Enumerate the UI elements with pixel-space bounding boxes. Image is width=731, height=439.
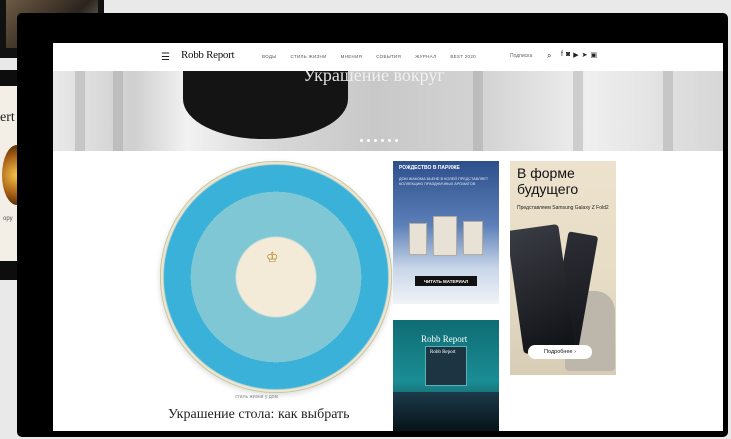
carousel-dot[interactable] (374, 139, 377, 142)
magazine-scene (393, 392, 499, 431)
facebook-icon[interactable]: f (561, 51, 563, 59)
carousel-dot[interactable] (388, 139, 391, 142)
article-headline[interactable]: Украшение стола: как выбрать (168, 405, 408, 424)
hero-curtain (473, 71, 483, 151)
magazine-logo: Robb Report (421, 334, 468, 344)
read-more-button[interactable]: ЧИТАТЬ МАТЕРИАЛ (415, 276, 477, 286)
search-icon[interactable]: ⌕ (547, 51, 551, 61)
background-panel-small-text: ору (3, 216, 13, 222)
magazine-cover-logo: Robb Report (430, 350, 456, 355)
site-logo[interactable]: Robb Report (181, 49, 235, 61)
carousel-dot[interactable] (381, 139, 384, 142)
plate-image (160, 161, 392, 393)
ad-subtitle: Представляем Samsung Galaxy Z Fold2 (517, 205, 609, 211)
carousel-dot[interactable] (360, 139, 363, 142)
nav-item-lifestyle[interactable]: СТИЛЬ ЖИЗНИ (291, 54, 327, 59)
hero-curtain (663, 71, 673, 151)
hero-curtain (573, 71, 583, 151)
hero-title: Украшение вокруг (303, 71, 445, 85)
menu-icon[interactable]: ☰ (161, 52, 170, 63)
carousel-dot[interactable] (395, 139, 398, 142)
hero-curtain (75, 71, 85, 151)
ad-title: В форме будущего (517, 165, 579, 197)
ad-banner-perfume[interactable]: РОЖДЕСТВО В ПАРИЖЕ ДОМ ЖАКОМА БЬЕНЕ В КО… (393, 161, 499, 304)
nav-item-events[interactable]: СОБЫТИЯ (376, 54, 401, 59)
hero-banner[interactable]: Украшение вокруг (53, 71, 723, 151)
background-panel-text: ert (0, 110, 15, 125)
ad-banner-samsung[interactable]: В форме будущего Представляем Samsung Ga… (510, 161, 616, 375)
learn-more-button[interactable]: Подробнее › (528, 345, 592, 359)
article-image[interactable]: ♔ (160, 161, 392, 393)
hero-curtain (113, 71, 123, 151)
magazine-cover: Robb Report (425, 346, 467, 386)
carousel-dot[interactable] (367, 139, 370, 142)
subscribe-link[interactable]: Подписка (510, 53, 532, 59)
ad-banner-magazine[interactable]: Robb Report Robb Report (393, 320, 499, 431)
main-nav: ВОДЫ СТИЛЬ ЖИЗНИ МНЕНИЯ СОБЫТИЯ ЖУРНАЛ B… (262, 54, 476, 59)
perfume-bottle (409, 223, 427, 255)
nav-item-magazine[interactable]: ЖУРНАЛ (415, 54, 436, 59)
perfume-bottle (463, 221, 483, 255)
website-screen: ☰ Robb Report ВОДЫ СТИЛЬ ЖИЗНИ МНЕНИЯ СО… (53, 43, 723, 431)
ad-title: РОЖДЕСТВО В ПАРИЖЕ (399, 165, 460, 171)
ad-text: ДОМ ЖАКОМА БЬЕНЕ В КОЛЕЙ ПРЕДСТАВЛЯЕТ КО… (399, 177, 489, 186)
monitor-frame: ☰ Robb Report ВОДЫ СТИЛЬ ЖИЗНИ МНЕНИЯ СО… (17, 13, 728, 437)
telegram-icon[interactable]: ➤ (582, 51, 588, 59)
nav-item-opinions[interactable]: МНЕНИЯ (341, 54, 363, 59)
instagram-icon[interactable]: ◙ (566, 51, 570, 59)
nav-item-best2020[interactable]: BEST 2020 (450, 54, 476, 59)
social-links: f ◙ ▶ ➤ ▣ (561, 51, 597, 59)
hero-carousel-dots[interactable] (360, 139, 398, 142)
crown-emblem: ♔ (266, 249, 279, 265)
nav-item-watches[interactable]: ВОДЫ (262, 54, 277, 59)
youtube-icon[interactable]: ▶ (573, 51, 578, 59)
perfume-bottle (433, 216, 457, 256)
article-category[interactable]: стиль жизни у дом (235, 394, 278, 400)
site-header: ☰ Robb Report ВОДЫ СТИЛЬ ЖИЗНИ МНЕНИЯ СО… (53, 43, 723, 71)
vk-icon[interactable]: ▣ (590, 51, 597, 59)
